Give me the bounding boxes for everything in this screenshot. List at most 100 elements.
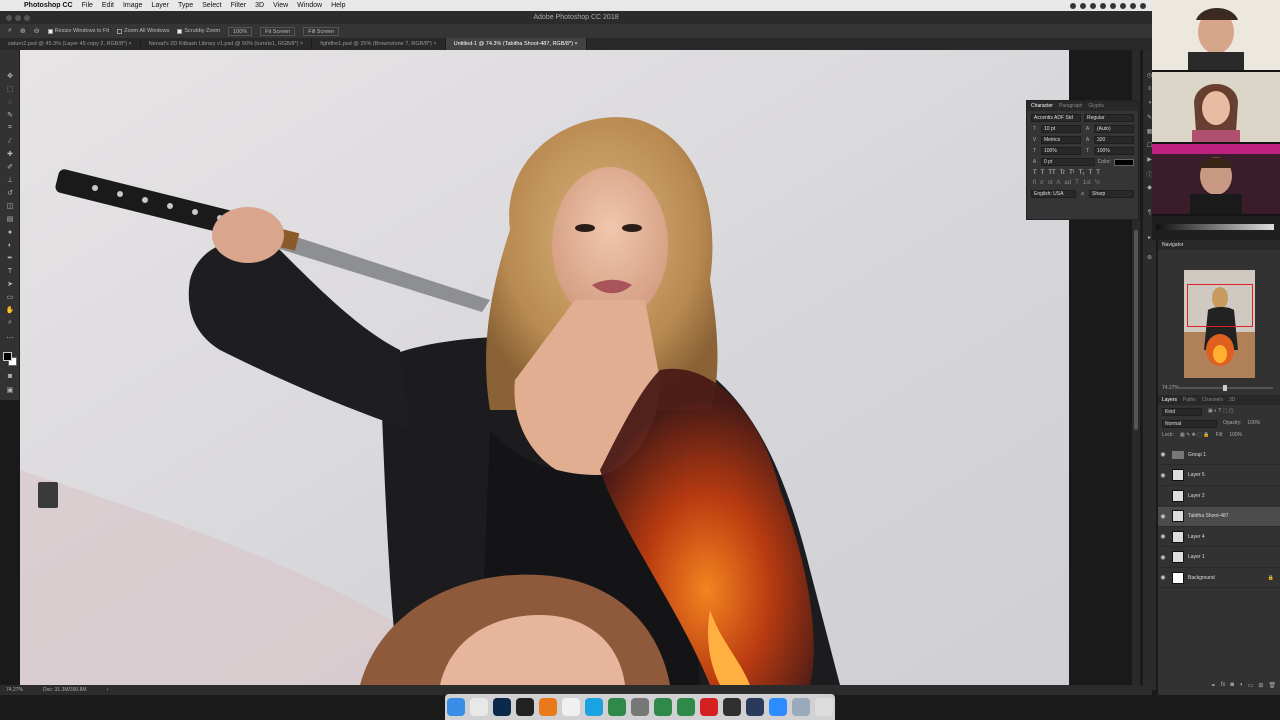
zoom-tool-icon[interactable]: ⌕ <box>5 319 15 327</box>
layer-row[interactable]: ◉ Layer 4 <box>1158 527 1280 547</box>
navigator-thumbnail[interactable] <box>1184 270 1255 378</box>
steam-app-icon[interactable] <box>746 698 764 716</box>
font-style-select[interactable]: Regular <box>1084 114 1134 122</box>
floating-panel-icon[interactable] <box>38 482 58 508</box>
faux-bold-button[interactable]: T <box>1033 170 1037 176</box>
brush-tool-icon[interactable]: ✐ <box>5 163 15 171</box>
sysprefs-app-icon[interactable] <box>631 698 649 716</box>
video-participant-2[interactable] <box>1152 72 1280 142</box>
skype-icon[interactable] <box>1080 2 1086 9</box>
opacity-field[interactable]: 100% <box>1247 420 1260 428</box>
quick-select-tool-icon[interactable]: ✎ <box>5 111 15 119</box>
creative-cloud-icon[interactable] <box>1090 2 1096 9</box>
menu-filter[interactable]: Filter <box>231 2 247 9</box>
visibility-eye-icon[interactable]: ◉ <box>1158 574 1168 581</box>
font-family-select[interactable]: Accentis ADF Std <box>1031 114 1081 122</box>
ligatures-button[interactable]: fi <box>1033 180 1036 186</box>
tab-3d[interactable]: 3D <box>1229 397 1235 403</box>
battery-icon[interactable] <box>1110 2 1116 9</box>
acrobat-app-icon[interactable] <box>700 698 718 716</box>
tab-paragraph[interactable]: Paragraph <box>1059 103 1082 109</box>
path-select-tool-icon[interactable]: ➤ <box>5 280 15 288</box>
doc-tab-fightfire[interactable]: fightfire1.psd @ 25% (Brownstone 7, RGB/… <box>312 38 446 50</box>
text-color-swatch[interactable] <box>1114 158 1134 166</box>
link-layers-icon[interactable]: ⚭ <box>1211 682 1216 689</box>
color-swatches[interactable] <box>3 352 17 366</box>
strikethrough-button[interactable]: T <box>1096 170 1100 176</box>
visibility-eye-icon[interactable]: ◉ <box>1158 472 1168 479</box>
doc-tab-kitbash[interactable]: Nenad's 2D Kitbash Library v1.psd @ 50% … <box>141 38 313 50</box>
doc-tab-untitled[interactable]: Untitled-1 @ 74.3% (Tabitha Shoot-487, R… <box>445 38 587 50</box>
discretionary-lig-button[interactable]: st <box>1048 180 1053 186</box>
fill-screen-button[interactable]: Fill Screen <box>303 26 340 36</box>
move-tool-icon[interactable]: ✥ <box>5 72 15 80</box>
language-select[interactable]: English: USA <box>1031 190 1076 198</box>
antialias-select[interactable]: Sharp <box>1089 190 1134 198</box>
dropbox-icon[interactable] <box>1070 2 1076 9</box>
menu-file[interactable]: File <box>82 2 93 9</box>
chrome-app-icon[interactable] <box>470 698 488 716</box>
screen-mode-icon[interactable]: ▣ <box>5 386 15 394</box>
eraser-tool-icon[interactable]: ◫ <box>5 202 15 210</box>
tab-layers[interactable]: Layers <box>1162 397 1177 403</box>
tab-channels[interactable]: Channels <box>1202 397 1223 403</box>
blend-mode-select[interactable]: Normal <box>1162 420 1217 428</box>
foreground-color-swatch[interactable] <box>3 352 12 361</box>
status-arrow-icon[interactable]: › <box>107 687 109 693</box>
kerning-field[interactable]: Metrics <box>1041 136 1081 144</box>
menu-window[interactable]: Window <box>297 2 322 9</box>
volume-icon[interactable] <box>1130 2 1136 9</box>
blur-tool-icon[interactable]: ● <box>5 228 15 236</box>
resize-windows-checkbox[interactable]: Resize Windows to Fit <box>47 28 109 34</box>
horizontal-scale-field[interactable]: 100% <box>1094 147 1134 155</box>
zoom-in-icon[interactable]: ⊕ <box>20 27 26 35</box>
dodge-tool-icon[interactable]: ◐ <box>5 241 15 249</box>
spotlight-icon[interactable] <box>1140 2 1146 9</box>
skype-app-icon[interactable] <box>585 698 603 716</box>
layer-row[interactable]: ◉ Tabitha Shoot-487 <box>1158 506 1280 527</box>
document-canvas[interactable] <box>20 50 1069 685</box>
navigator-view-box[interactable] <box>1187 284 1253 327</box>
type-tool-icon[interactable]: T <box>5 267 15 275</box>
titling-alt-button[interactable]: T <box>1075 180 1079 186</box>
sync-icon[interactable] <box>1100 2 1106 9</box>
zoom-window-icon[interactable] <box>24 15 30 21</box>
baseline-shift-field[interactable]: 0 pt <box>1041 158 1095 166</box>
faux-italic-button[interactable]: T <box>1041 170 1045 176</box>
itunes-app-icon[interactable] <box>562 698 580 716</box>
history-brush-tool-icon[interactable]: ↺ <box>5 189 15 197</box>
swash-button[interactable]: A <box>1056 180 1060 186</box>
tab-glyphs[interactable]: Glyphs <box>1088 103 1104 109</box>
preview-app-icon[interactable] <box>792 698 810 716</box>
fill-field[interactable]: 100% <box>1229 432 1242 438</box>
layer-filter-select[interactable]: Kind <box>1162 408 1202 416</box>
layer-row[interactable]: Layer 2 <box>1158 486 1280 506</box>
menu-help[interactable]: Help <box>331 2 345 9</box>
navigator-zoom-slider[interactable] <box>1178 385 1273 391</box>
wifi-icon[interactable] <box>1120 2 1126 9</box>
lock-icon[interactable]: 🔒 <box>1268 575 1274 581</box>
leading-field[interactable]: (Auto) <box>1094 125 1134 133</box>
font-size-field[interactable]: 10 pt <box>1041 125 1081 133</box>
app-app-icon[interactable] <box>608 698 626 716</box>
quick-mask-icon[interactable]: ◙ <box>5 372 15 380</box>
visibility-eye-icon[interactable]: ◉ <box>1158 533 1168 540</box>
fractions-button[interactable]: ½ <box>1095 180 1100 186</box>
tab-character[interactable]: Character <box>1031 103 1053 109</box>
navigator-zoom-value[interactable]: 74.27% <box>1162 385 1179 391</box>
menu-3d[interactable]: 3D <box>255 2 264 9</box>
zoom-app-icon[interactable] <box>769 698 787 716</box>
lock-icons[interactable]: ▦ ✎ ✥ ⬚ 🔒 <box>1180 432 1210 438</box>
shape-tool-icon[interactable]: ▭ <box>5 293 15 301</box>
visibility-eye-icon[interactable]: ◉ <box>1158 554 1168 561</box>
new-group-icon[interactable]: ▭ <box>1248 682 1254 689</box>
scrubby-zoom-checkbox[interactable]: Scrubby Zoom <box>177 28 220 34</box>
zoom-out-icon[interactable]: ⊖ <box>34 27 40 35</box>
tab-paths[interactable]: Paths <box>1183 397 1196 403</box>
subscript-button[interactable]: T₁ <box>1079 170 1085 176</box>
layer-row[interactable]: ◉ Background 🔒 <box>1158 568 1280 588</box>
status-doc-size[interactable]: Doc: 31.3M/390.8M <box>43 687 87 693</box>
close-window-icon[interactable] <box>6 15 12 21</box>
navigator-slider-handle[interactable] <box>1223 385 1227 391</box>
fit-screen-button[interactable]: Fit Screen <box>260 26 296 36</box>
